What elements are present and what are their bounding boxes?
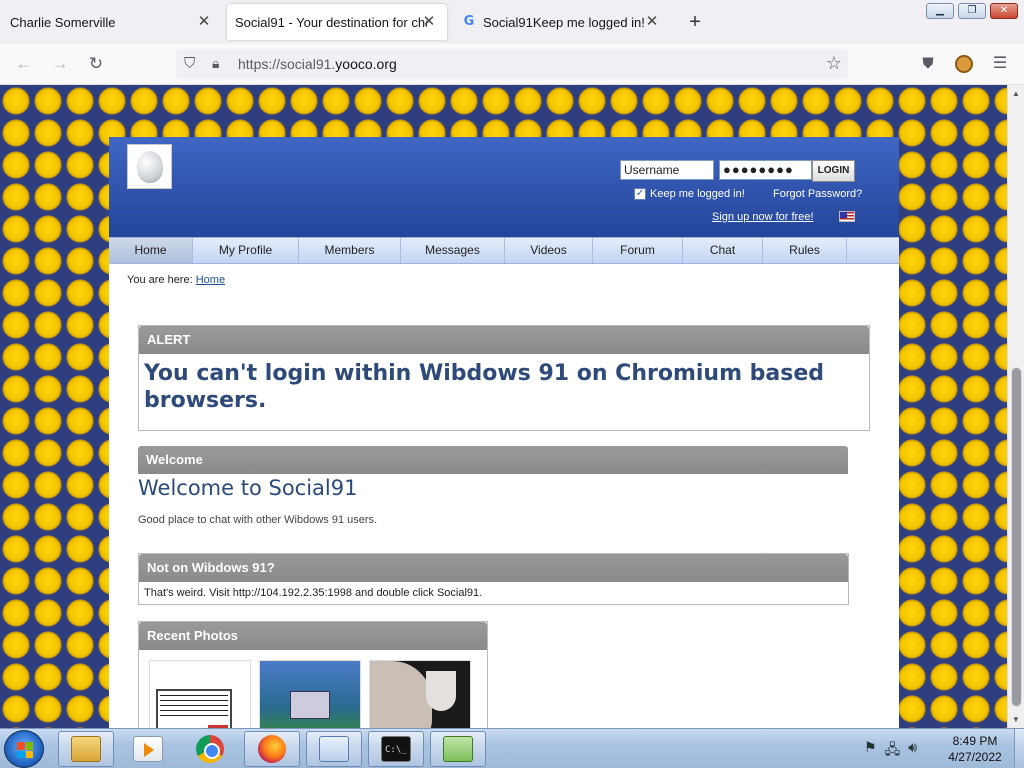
forward-arrow-icon[interactable]: → [48, 52, 72, 76]
site-container: Username ●●●●●●●● LOGIN ✓ Keep me logged… [109, 137, 899, 728]
nav-videos[interactable]: Videos [505, 238, 593, 263]
breadcrumb: You are here: Home [127, 274, 225, 286]
nav-forum[interactable]: Forum [593, 238, 683, 263]
minimize-button[interactable]: ▁ [926, 3, 954, 19]
navigation-toolbar: ← → ↻ ⛉ 🔒︎ https://social91.yooco.org ☆ … [0, 44, 1024, 85]
address-bar[interactable]: ⛉ 🔒︎ https://social91.yooco.org ☆ [176, 49, 848, 79]
welcome-heading: Welcome to Social91 [138, 476, 358, 500]
taskbar-file-explorer[interactable] [58, 731, 114, 767]
shield-icon[interactable]: ⛉ [184, 55, 200, 73]
close-tab-icon[interactable]: ✕ [196, 14, 212, 30]
welcome-text: Good place to chat with other Wibdows 91… [138, 514, 378, 526]
new-tab-button[interactable]: + [684, 12, 706, 34]
taskbar-remote-desktop[interactable] [306, 731, 362, 767]
url-domain: yooco.org [335, 56, 397, 72]
login-button[interactable]: LOGIN [812, 160, 855, 182]
scroll-down-arrow-icon[interactable]: ▼ [1012, 715, 1020, 724]
taskbar-command-prompt[interactable]: C:\_ [368, 731, 424, 767]
bookmark-star-icon[interactable]: ☆ [826, 53, 842, 74]
tab-social91-active[interactable]: Social91 - Your destination for chatt ✕ [227, 4, 447, 40]
taskbar-notepad-plus-plus[interactable] [430, 731, 486, 767]
us-flag-icon[interactable] [839, 211, 855, 222]
keep-logged-in-checkbox[interactable]: ✓ Keep me logged in! [634, 188, 745, 200]
photo-thumbnail[interactable] [149, 660, 251, 728]
site-header: Username ●●●●●●●● LOGIN ✓ Keep me logged… [109, 137, 899, 237]
password-input[interactable]: ●●●●●●●● [719, 160, 812, 180]
not-on-wibdows-text: That's weird. Visit http://104.192.2.35:… [144, 587, 483, 599]
network-icon[interactable]: 🖧︎ [885, 739, 901, 763]
lock-icon[interactable]: 🔒︎ [212, 54, 228, 72]
site-nav: Home My Profile Members Messages Videos … [109, 237, 899, 264]
taskbar-chrome[interactable] [182, 731, 238, 767]
action-center-flag-icon[interactable]: ⚑ [864, 739, 877, 763]
chrome-icon [196, 735, 224, 763]
remote-desktop-icon [319, 736, 349, 762]
volume-icon[interactable]: 🔊︎ [908, 739, 917, 763]
site-logo[interactable] [127, 144, 172, 189]
breadcrumb-prefix: You are here: [127, 274, 193, 286]
command-prompt-icon: C:\_ [381, 736, 411, 762]
welcome-section: Welcome Welcome to Social91 Good place t… [138, 446, 848, 526]
recent-photos-title: Recent Photos [139, 622, 487, 650]
taskbar: C:\_ ⚑ 🖧︎ 🔊︎ 8:49 PM 4/27/2022 [0, 728, 1024, 768]
start-button[interactable] [4, 730, 44, 768]
maximize-button[interactable]: ❐ [958, 3, 986, 19]
firefox-icon [258, 735, 286, 763]
welcome-title: Welcome [138, 446, 848, 474]
nav-my-profile[interactable]: My Profile [193, 238, 299, 263]
alert-panel: ALERT You can't login within Wibdows 91 … [138, 325, 870, 431]
tab-charlie-somerville[interactable]: Charlie Somerville ✕ [0, 0, 222, 44]
alert-message: You can't login within Wibdows 91 on Chr… [144, 361, 825, 413]
username-input[interactable]: Username [620, 160, 714, 180]
tab-title: Social91Keep me logged in! For [483, 14, 649, 30]
windows-logo-icon [17, 742, 33, 758]
google-icon: G [463, 14, 475, 29]
not-on-wibdows-title: Not on Wibdows 91? [139, 554, 848, 582]
page-scrollbar[interactable]: ▲ ▼ [1007, 85, 1024, 728]
close-tab-icon[interactable]: ✕ [421, 14, 437, 30]
forgot-password-link[interactable]: Forgot Password? [773, 188, 862, 200]
tab-title: Social91 - Your destination for chatt [235, 14, 427, 30]
back-arrow-icon[interactable]: ← [12, 52, 36, 76]
clock-date: 4/27/2022 [948, 750, 1002, 764]
checkbox-checked-icon[interactable]: ✓ [634, 188, 646, 200]
close-tab-icon[interactable]: ✕ [644, 14, 660, 30]
not-on-wibdows-panel: Not on Wibdows 91? That's weird. Visit h… [138, 553, 849, 605]
media-player-icon [133, 736, 163, 762]
system-tray: ⚑ 🖧︎ 🔊︎ [864, 739, 917, 763]
nav-rules[interactable]: Rules [763, 238, 847, 263]
notepad-plus-plus-icon [443, 736, 473, 762]
breadcrumb-home-link[interactable]: Home [196, 274, 225, 286]
nav-members[interactable]: Members [299, 238, 401, 263]
nav-messages[interactable]: Messages [401, 238, 505, 263]
taskbar-firefox[interactable] [244, 731, 300, 767]
url-text[interactable]: https://social91.yooco.org [238, 56, 397, 72]
reload-icon[interactable]: ↻ [84, 52, 108, 76]
page-viewport: Username ●●●●●●●● LOGIN ✓ Keep me logged… [0, 85, 1007, 728]
photo-thumbnail[interactable] [259, 660, 361, 728]
alert-title: ALERT [139, 326, 869, 354]
nav-chat[interactable]: Chat [683, 238, 763, 263]
hamburger-menu-icon[interactable]: ☰ [988, 52, 1012, 76]
clock-time: 8:49 PM [952, 734, 998, 748]
tab-strip: Charlie Somerville ✕ Social91 - Your des… [0, 0, 1024, 44]
scrollbar-thumb[interactable] [1011, 367, 1022, 707]
folder-icon [71, 736, 101, 762]
url-prefix: https://social91. [238, 56, 336, 72]
pocket-icon[interactable]: ⛊ [916, 52, 940, 76]
tab-social91-keep-logged[interactable]: G Social91Keep me logged in! For ✕ [455, 0, 670, 44]
nav-home[interactable]: Home [109, 238, 193, 263]
scroll-up-arrow-icon[interactable]: ▲ [1012, 89, 1020, 98]
close-window-button[interactable]: ✕ [990, 3, 1018, 19]
extension-monkey-icon[interactable] [952, 52, 976, 76]
taskbar-clock[interactable]: 8:49 PM 4/27/2022 [940, 733, 1010, 765]
show-desktop-button[interactable] [1014, 729, 1024, 768]
recent-photos-panel: Recent Photos [138, 621, 488, 728]
tab-title: Charlie Somerville [10, 14, 116, 30]
signup-link[interactable]: Sign up now for free! [712, 211, 814, 223]
photo-thumbnail[interactable] [369, 660, 471, 728]
keep-logged-in-label: Keep me logged in! [650, 188, 745, 200]
taskbar-media-player[interactable] [120, 731, 176, 767]
